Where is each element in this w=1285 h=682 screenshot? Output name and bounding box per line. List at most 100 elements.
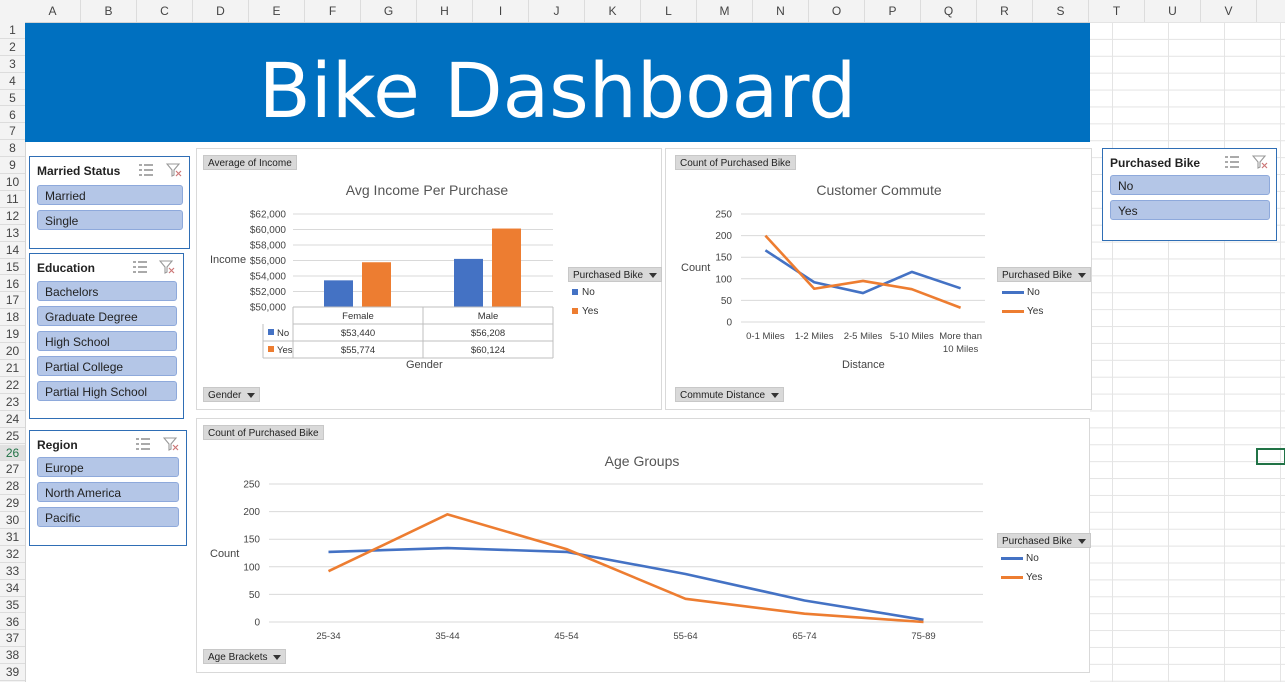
- row-header-38[interactable]: 38: [0, 647, 25, 665]
- education-slicer[interactable]: Education Bachelors Graduate Degree High…: [29, 253, 184, 419]
- row-header-20[interactable]: 20: [0, 343, 25, 360]
- slicer-item-partial-college[interactable]: Partial College: [37, 356, 177, 376]
- column-header-l[interactable]: L: [641, 0, 697, 22]
- row-header-31[interactable]: 31: [0, 529, 25, 546]
- column-header-a[interactable]: A: [25, 0, 81, 22]
- worksheet-grid[interactable]: [1090, 22, 1285, 682]
- commute-chart[interactable]: Count of Purchased Bike Customer Commute…: [665, 148, 1092, 410]
- x-tick-label: 0-1 Miles: [746, 331, 785, 342]
- row-header-14[interactable]: 14: [0, 242, 25, 259]
- column-header-d[interactable]: D: [193, 0, 249, 22]
- row-header-4[interactable]: 4: [0, 73, 25, 90]
- selected-cell[interactable]: [1256, 448, 1285, 465]
- slicer-item-yes[interactable]: Yes: [1110, 200, 1270, 220]
- column-header-p[interactable]: P: [865, 0, 921, 22]
- legend-field-button[interactable]: Purchased Bike: [568, 267, 663, 282]
- column-header-t[interactable]: T: [1089, 0, 1145, 22]
- row-header-17[interactable]: 17: [0, 292, 25, 310]
- row-header-27[interactable]: 27: [0, 461, 25, 479]
- row-header-23[interactable]: 23: [0, 394, 25, 411]
- row-header-26[interactable]: 26: [0, 444, 25, 462]
- x-tick-label: 10 Miles: [943, 344, 979, 355]
- column-header-g[interactable]: G: [361, 0, 417, 22]
- row-header-16[interactable]: 16: [0, 276, 25, 293]
- row-header-5[interactable]: 5: [0, 90, 25, 107]
- column-header-h[interactable]: H: [417, 0, 473, 22]
- row-header-35[interactable]: 35: [0, 597, 25, 614]
- row-header-39[interactable]: 39: [0, 664, 25, 682]
- row-header-11[interactable]: 11: [0, 191, 25, 208]
- row-header-15[interactable]: 15: [0, 259, 25, 276]
- multi-select-icon[interactable]: [1224, 155, 1240, 169]
- row-header-28[interactable]: 28: [0, 478, 25, 496]
- legend-field-button[interactable]: Purchased Bike: [997, 267, 1092, 282]
- row-header-25[interactable]: 25: [0, 428, 25, 445]
- row-header-9[interactable]: 9: [0, 157, 25, 175]
- axis-field-button[interactable]: Age Brackets: [203, 649, 287, 664]
- row-header-24[interactable]: 24: [0, 411, 25, 428]
- row-header-32[interactable]: 32: [0, 546, 25, 563]
- row-header-37[interactable]: 37: [0, 630, 25, 648]
- row-header-18[interactable]: 18: [0, 309, 25, 327]
- clear-filter-icon[interactable]: [159, 260, 175, 274]
- row-header-36[interactable]: 36: [0, 614, 25, 631]
- clear-filter-icon[interactable]: [166, 163, 182, 177]
- row-header-8[interactable]: 8: [0, 140, 25, 158]
- row-header-10[interactable]: 10: [0, 174, 25, 191]
- column-header-m[interactable]: M: [697, 0, 753, 22]
- row-header-30[interactable]: 30: [0, 512, 25, 529]
- married-status-slicer[interactable]: Married Status Married Single: [29, 156, 190, 249]
- clear-filter-icon[interactable]: [163, 437, 179, 451]
- column-header-e[interactable]: E: [249, 0, 305, 22]
- y-tick-label: 0: [726, 318, 732, 329]
- row-header-12[interactable]: 12: [0, 208, 25, 225]
- column-header-v[interactable]: V: [1201, 0, 1257, 22]
- column-header-i[interactable]: I: [473, 0, 529, 22]
- axis-field-button[interactable]: Commute Distance: [675, 387, 785, 402]
- row-header-22[interactable]: 22: [0, 377, 25, 394]
- axis-field-button[interactable]: Gender: [203, 387, 261, 402]
- column-header-f[interactable]: F: [305, 0, 361, 22]
- legend-field-button[interactable]: Purchased Bike: [997, 533, 1092, 548]
- row-header-13[interactable]: 13: [0, 225, 25, 242]
- row-header-3[interactable]: 3: [0, 56, 25, 73]
- region-slicer[interactable]: Region Europe North America Pacific: [29, 430, 187, 546]
- slicer-item-bachelors[interactable]: Bachelors: [37, 281, 177, 301]
- age-chart[interactable]: Count of Purchased Bike Age Groups Count…: [196, 418, 1092, 673]
- slicer-item-graduate-degree[interactable]: Graduate Degree: [37, 306, 177, 326]
- slicer-item-married[interactable]: Married: [37, 185, 183, 205]
- slicer-item-north-america[interactable]: North America: [37, 482, 179, 502]
- slicer-title: Education: [37, 261, 96, 275]
- row-header-1[interactable]: 1: [0, 22, 25, 39]
- slicer-item-no[interactable]: No: [1110, 175, 1270, 195]
- slicer-item-single[interactable]: Single: [37, 210, 183, 230]
- column-header-r[interactable]: R: [977, 0, 1033, 22]
- clear-filter-icon[interactable]: [1252, 155, 1268, 169]
- row-header-19[interactable]: 19: [0, 326, 25, 344]
- column-header-u[interactable]: U: [1145, 0, 1201, 22]
- row-header-33[interactable]: 33: [0, 563, 25, 580]
- column-header-n[interactable]: N: [753, 0, 809, 22]
- row-header-29[interactable]: 29: [0, 495, 25, 513]
- column-header-c[interactable]: C: [137, 0, 193, 22]
- row-header-34[interactable]: 34: [0, 580, 25, 597]
- purchased-bike-slicer[interactable]: Purchased Bike No Yes: [1102, 148, 1277, 241]
- slicer-item-partial-high-school[interactable]: Partial High School: [37, 381, 177, 401]
- column-header-q[interactable]: Q: [921, 0, 977, 22]
- column-header-k[interactable]: K: [585, 0, 641, 22]
- column-header-b[interactable]: B: [81, 0, 137, 22]
- row-header-21[interactable]: 21: [0, 360, 25, 377]
- slicer-item-europe[interactable]: Europe: [37, 457, 179, 477]
- row-header-6[interactable]: 6: [0, 107, 25, 124]
- row-header-2[interactable]: 2: [0, 39, 25, 56]
- column-header-j[interactable]: J: [529, 0, 585, 22]
- column-header-o[interactable]: O: [809, 0, 865, 22]
- column-header-s[interactable]: S: [1033, 0, 1089, 22]
- row-header-7[interactable]: 7: [0, 123, 25, 141]
- income-chart[interactable]: Average of Income Avg Income Per Purchas…: [196, 148, 663, 410]
- multi-select-icon[interactable]: [132, 260, 148, 274]
- slicer-item-pacific[interactable]: Pacific: [37, 507, 179, 527]
- slicer-item-high-school[interactable]: High School: [37, 331, 177, 351]
- multi-select-icon[interactable]: [135, 437, 151, 451]
- multi-select-icon[interactable]: [138, 163, 154, 177]
